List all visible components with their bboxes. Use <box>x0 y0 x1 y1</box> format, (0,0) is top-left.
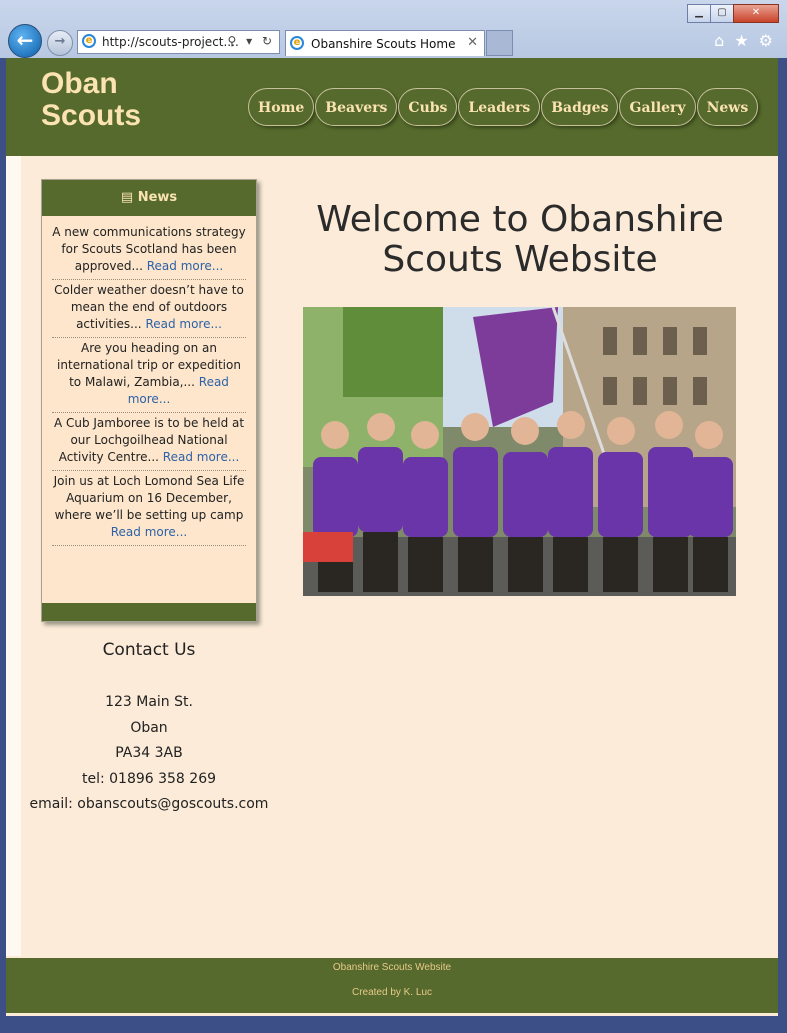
news-heading: News <box>137 190 178 205</box>
nav-home[interactable]: Home <box>248 88 315 126</box>
news-list: A new communications strategy for Scouts… <box>42 216 256 546</box>
browser-chrome: ▁ ▢ ✕ ← → e http://scouts-project.... ⚲ … <box>0 0 787 58</box>
close-button[interactable]: ✕ <box>733 4 779 23</box>
read-more-link[interactable]: Read more... <box>111 525 188 539</box>
news-item: A Cub Jamboree is to be held at our Loch… <box>52 413 246 471</box>
nav-badges[interactable]: Badges <box>541 88 619 126</box>
scouts-group-photo <box>303 307 736 596</box>
ie-logo-icon: e <box>82 34 96 48</box>
window-controls: ▁ ▢ ✕ <box>687 4 779 23</box>
maximize-button[interactable]: ▢ <box>710 4 734 23</box>
home-icon[interactable]: ⌂ <box>714 31 724 50</box>
contact-email: email: obanscouts@goscouts.com <box>29 796 269 812</box>
read-more-link[interactable]: Read more... <box>145 317 222 331</box>
read-more-link[interactable]: Read more... <box>163 450 240 464</box>
news-item: Are you heading on an international trip… <box>52 338 246 413</box>
back-arrow-icon[interactable]: ← <box>8 24 42 58</box>
nav-news[interactable]: News <box>696 88 759 126</box>
contact-tel: tel: 01896 358 269 <box>81 770 217 787</box>
contact-postcode: PA34 3AB <box>115 745 183 761</box>
nav-cubs[interactable]: Cubs <box>398 88 458 126</box>
contact-street: 123 Main St. <box>105 694 193 710</box>
news-item-text: Join us at Loch Lomond Sea Life Aquarium… <box>53 474 245 522</box>
photo-illustration <box>303 307 736 596</box>
nav-beavers[interactable]: Beavers <box>315 88 398 126</box>
news-panel: ▤ News A new communications strategy for… <box>41 179 257 622</box>
site-header: Oban Scouts Home Beavers Cubs Leaders Ba… <box>6 58 778 156</box>
nav-gallery[interactable]: Gallery <box>619 88 696 126</box>
footer-credit: Created by K. Luc <box>351 987 433 998</box>
new-tab-button[interactable] <box>486 30 513 56</box>
news-panel-footer <box>42 603 256 621</box>
browser-tab-active[interactable]: e Obanshire Scouts Home ✕ <box>285 30 485 56</box>
nav-leaders[interactable]: Leaders <box>458 88 541 126</box>
footer-site-name: Obanshire Scouts Website <box>332 962 452 973</box>
newspaper-icon: ▤ <box>120 190 134 205</box>
news-item: Colder weather doesn’t have to mean the … <box>52 280 246 338</box>
tab-title: Obanshire Scouts Home <box>311 37 456 51</box>
contact-details: 123 Main St. Oban PA34 3AB tel: 01896 35… <box>20 690 278 818</box>
web-page: Oban Scouts Home Beavers Cubs Leaders Ba… <box>6 58 778 1016</box>
address-bar[interactable]: e http://scouts-project.... ⚲ ▾ ↻ <box>77 30 280 54</box>
news-item: Join us at Loch Lomond Sea Life Aquarium… <box>52 471 246 546</box>
site-logo[interactable]: Oban Scouts <box>41 68 201 132</box>
forward-arrow-icon[interactable]: → <box>47 30 73 56</box>
news-panel-header: ▤ News <box>42 180 256 216</box>
browser-toolbar-icons: ⌂ ★ ⚙ <box>714 31 773 50</box>
contact-heading: Contact Us <box>102 640 196 660</box>
favorites-star-icon[interactable]: ★ <box>734 31 748 50</box>
tab-close-icon[interactable]: ✕ <box>467 35 478 50</box>
settings-gear-icon[interactable]: ⚙ <box>759 31 773 50</box>
news-item: A new communications strategy for Scouts… <box>52 222 246 280</box>
contact-town: Oban <box>130 719 168 736</box>
address-url[interactable]: http://scouts-project.... <box>102 35 239 49</box>
ie-logo-icon: e <box>290 36 304 50</box>
contact-section: Contact Us 123 Main St. Oban PA34 3AB te… <box>20 640 278 818</box>
page-margin <box>6 156 21 956</box>
page-title: Welcome to Obanshire Scouts Website <box>316 199 724 280</box>
read-more-link[interactable]: Read more... <box>147 259 224 273</box>
site-footer: Obanshire Scouts Website Created by K. L… <box>6 958 778 1013</box>
address-tools[interactable]: ⚲ ▾ ↻ <box>228 34 276 48</box>
minimize-button[interactable]: ▁ <box>687 4 711 23</box>
main-nav: Home Beavers Cubs Leaders Badges Gallery… <box>248 88 759 126</box>
